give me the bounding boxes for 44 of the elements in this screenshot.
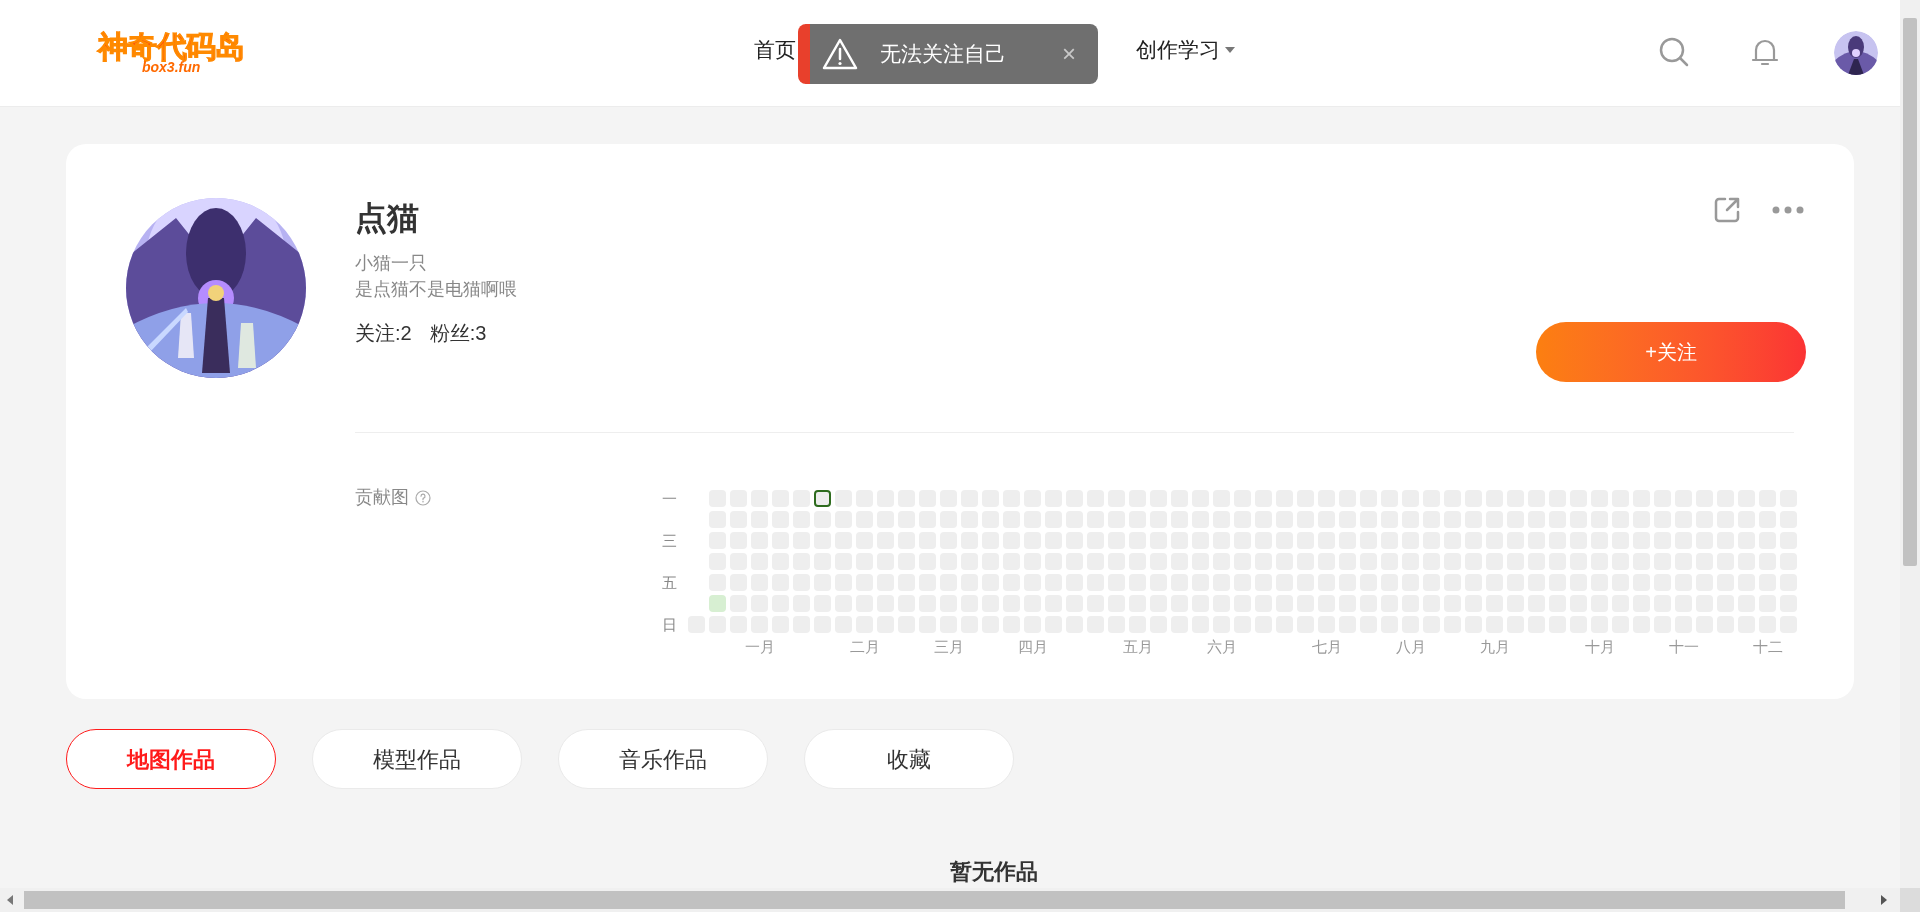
month-label: 四月 <box>1016 637 1049 657</box>
tab[interactable]: 地图作品 <box>66 729 276 789</box>
weekday-label: 五 <box>662 574 678 591</box>
scrollbar-thumb[interactable] <box>1903 18 1917 566</box>
month-label: 五月 <box>1121 637 1154 657</box>
month-label: 九月 <box>1478 637 1511 657</box>
month-label: 二月 <box>848 637 881 657</box>
nav-link[interactable]: 首页 <box>754 34 796 66</box>
scroll-right-icon[interactable] <box>1880 895 1888 905</box>
weekday-label: 一 <box>662 490 678 507</box>
nav-link[interactable]: 创作学习 <box>1136 34 1236 66</box>
month-label: 十一 <box>1667 637 1700 657</box>
month-label: 三月 <box>932 637 965 657</box>
toast-message: 无法关注自己 <box>880 41 1006 68</box>
bio-line: 小猫一只 <box>355 252 428 275</box>
month-label: 六月 <box>1205 637 1238 657</box>
empty-message: 暂无作品 <box>950 858 1038 886</box>
tab[interactable]: 音乐作品 <box>558 729 768 789</box>
scrollbar-thumb[interactable] <box>24 891 1845 909</box>
user-name: 点猫 <box>355 199 420 238</box>
vertical-scrollbar[interactable] <box>1900 0 1920 888</box>
bio-line: 是点猫不是电猫啊喂 <box>355 278 517 301</box>
month-label: 八月 <box>1394 637 1427 657</box>
help-icon[interactable] <box>415 489 431 506</box>
logo-subtitle: box3.fun <box>141 60 201 74</box>
month-label: 十月 <box>1583 637 1616 657</box>
weekday-label: 三 <box>662 532 678 549</box>
weekday-label: 日 <box>662 616 678 633</box>
month-label: 十二 <box>1751 637 1784 657</box>
contribution-label: 贡献图 <box>355 486 409 509</box>
tab[interactable]: 模型作品 <box>312 729 522 789</box>
horizontal-scrollbar[interactable] <box>0 888 1900 912</box>
month-label: 七月 <box>1310 637 1343 657</box>
more-icon[interactable] <box>1772 206 1804 214</box>
tab[interactable]: 收藏 <box>804 729 1014 789</box>
user-avatar[interactable] <box>1834 31 1878 75</box>
warning-icon <box>822 38 858 70</box>
scroll-left-icon[interactable] <box>6 895 14 905</box>
stat-count: 粉丝:3 <box>429 321 487 346</box>
search-icon[interactable] <box>1658 36 1690 68</box>
stat-count: 关注:2 <box>355 321 412 346</box>
month-label: 一月 <box>743 637 776 657</box>
share-icon[interactable] <box>1713 196 1741 224</box>
scrollbar-corner <box>1900 888 1920 912</box>
